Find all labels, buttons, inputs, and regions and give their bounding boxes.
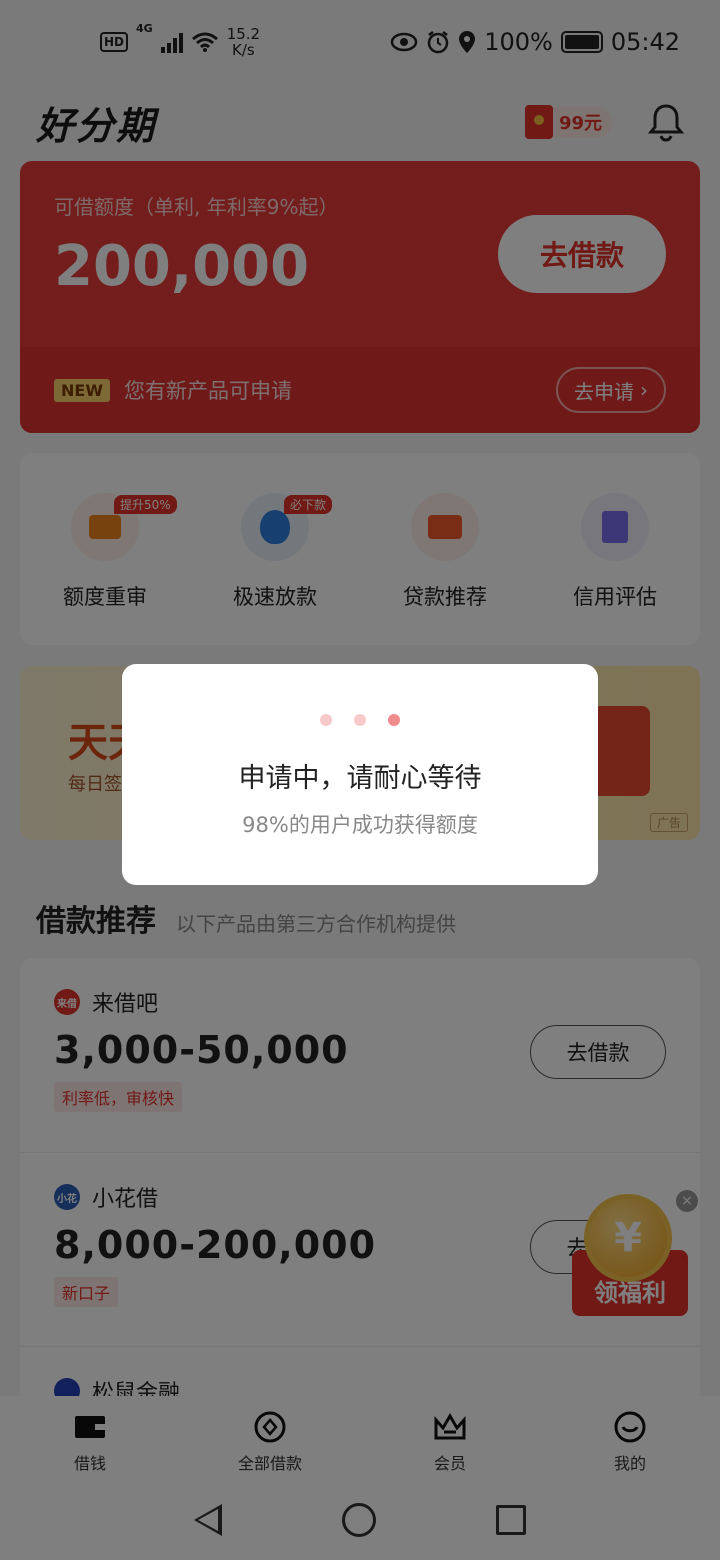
dialog-subtitle: 98%的用户成功获得额度: [242, 813, 478, 837]
dialog-title: 申请中，请耐心等待: [238, 763, 482, 794]
loading-dialog: 申请中，请耐心等待 98%的用户成功获得额度: [122, 664, 598, 885]
loading-dots-icon: [122, 664, 598, 726]
